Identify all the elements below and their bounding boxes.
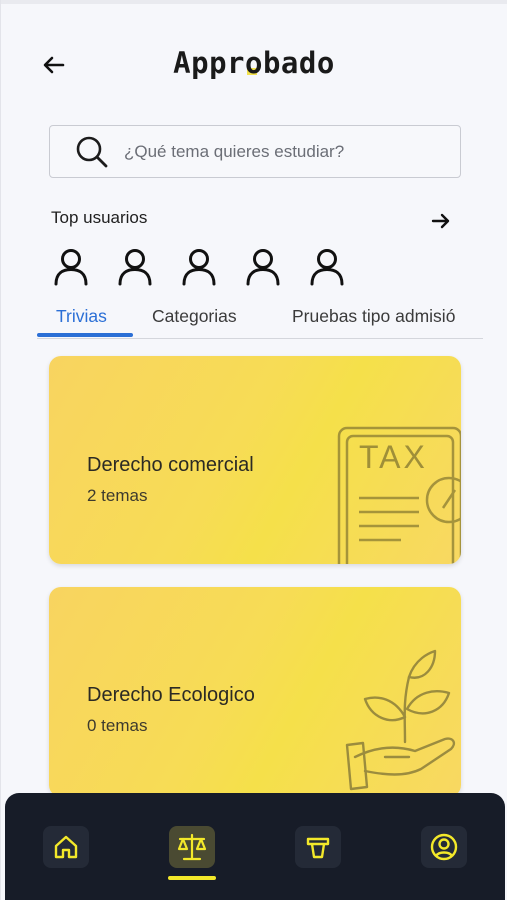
tax-label: TAX [359, 439, 428, 475]
card-subtitle: 0 temas [87, 716, 148, 735]
tab-trivias[interactable]: Trivias [56, 306, 107, 327]
app-screen: Approbado Top usuarios [0, 0, 507, 900]
user-icon[interactable] [245, 248, 281, 286]
card-title: Derecho Ecologico [87, 684, 255, 706]
logo-text: Approbado [173, 46, 335, 80]
search-bar[interactable] [49, 125, 461, 178]
top-users-list [53, 248, 345, 286]
trivia-card[interactable]: Derecho Ecologico 0 temas [49, 587, 461, 797]
tab-bar: Trivias Categorias Pruebas tipo admisió [37, 302, 483, 339]
card-title: Derecho comercial [87, 454, 254, 476]
tab-pruebas-admision[interactable]: Pruebas tipo admisió [292, 306, 455, 327]
card-subtitle: 2 temas [87, 486, 148, 505]
nav-ranking[interactable] [295, 826, 341, 868]
top-divider [1, 0, 507, 4]
nav-trivias[interactable] [169, 826, 215, 868]
home-icon [54, 835, 78, 859]
app-logo: Approbado [1, 46, 507, 80]
active-nav-indicator [168, 876, 216, 880]
nav-profile[interactable] [421, 826, 467, 868]
search-input[interactable] [122, 140, 426, 163]
bottom-navigation [5, 793, 505, 900]
arrow-right-icon [431, 213, 450, 229]
user-icon[interactable] [309, 248, 345, 286]
nav-home[interactable] [43, 826, 89, 868]
search-icon [72, 132, 112, 172]
tax-document-icon: TAX [337, 426, 461, 564]
app-header: Approbado [1, 40, 507, 92]
profile-icon [430, 833, 458, 861]
user-icon[interactable] [53, 248, 89, 286]
top-users-title: Top usuarios [51, 208, 148, 227]
podium-icon [306, 837, 330, 859]
user-icon[interactable] [181, 248, 217, 286]
plant-hand-icon [345, 649, 456, 791]
tab-categorias[interactable]: Categorias [152, 306, 237, 327]
top-users-more-button[interactable] [430, 210, 454, 234]
trivia-card[interactable]: Derecho comercial 2 temas TAX [49, 356, 461, 564]
active-tab-indicator [37, 333, 133, 337]
user-icon[interactable] [117, 248, 153, 286]
scales-icon [177, 833, 207, 861]
